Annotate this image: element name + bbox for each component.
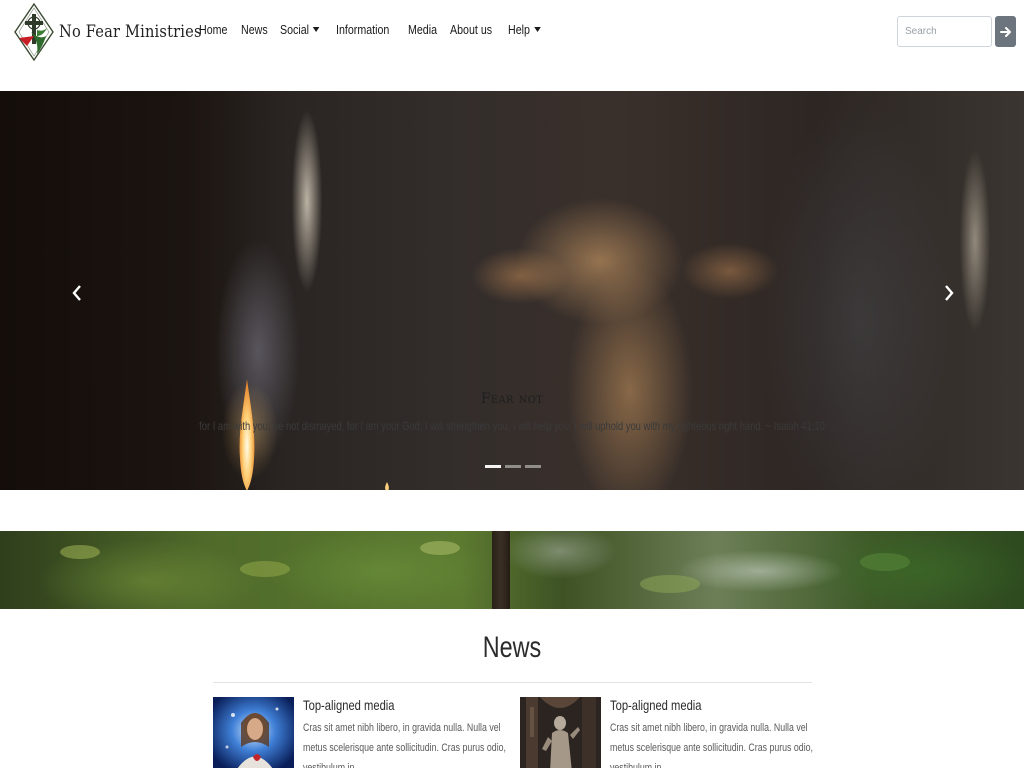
nav-item-about-us[interactable]: About us (450, 22, 492, 37)
church-statue-image[interactable] (520, 697, 601, 768)
foliage-highlight (640, 575, 700, 593)
jesus-portrait-image[interactable] (213, 697, 294, 768)
chevron-left-icon (72, 285, 81, 301)
caret-down-icon (313, 27, 320, 32)
hero-carousel: Fear not for I am with you; be not disma… (0, 91, 1024, 490)
news-item-body: Top-aligned media Cras sit amet nibh lib… (610, 697, 820, 768)
carousel-indicator[interactable] (485, 465, 501, 468)
foliage-highlight (60, 545, 100, 559)
news-divider (213, 682, 812, 683)
caption-text: for I am with you; be not dismayed, for … (199, 419, 825, 433)
news-item-text: Cras sit amet nibh libero, in gravida nu… (303, 722, 506, 768)
nav-item-label: About us (450, 22, 493, 37)
nav-item-media[interactable]: Media (408, 22, 437, 37)
news-item-text: Cras sit amet nibh libero, in gravida nu… (610, 722, 813, 768)
caret-down-icon (534, 27, 542, 32)
caption-title: Fear not (480, 391, 544, 407)
candle-flame-small-image (385, 482, 389, 490)
foliage-highlight (240, 561, 290, 577)
nav-item-label: News (240, 22, 268, 37)
carousel-prev-button[interactable] (68, 283, 88, 303)
search-input[interactable] (897, 16, 992, 47)
carousel-indicator[interactable] (525, 465, 541, 468)
nav-item-label: Social (280, 22, 310, 37)
news-item-body: Top-aligned media Cras sit amet nibh lib… (303, 697, 513, 768)
carousel-indicator[interactable] (505, 465, 521, 468)
foliage-highlight (420, 541, 460, 555)
nav-item-social[interactable]: Social (280, 22, 320, 37)
carousel-indicators (485, 465, 545, 468)
carousel-next-button[interactable] (938, 283, 958, 303)
nav-item-label: Information (335, 22, 389, 37)
cross-shield-logo (14, 2, 54, 62)
brand-link[interactable]: No Fear Ministries (13, 2, 225, 62)
nav-item-home[interactable]: Home (199, 22, 227, 37)
foliage-highlight (860, 553, 910, 571)
tree-trunk (492, 531, 510, 609)
search-button[interactable] (995, 16, 1016, 47)
news-item-title[interactable]: Top-aligned media (303, 697, 471, 713)
nav-item-information[interactable]: Information (336, 22, 389, 37)
nav-item-help[interactable]: Help (508, 22, 542, 37)
nav-item-label: Home (199, 22, 228, 37)
brand-name: No Fear Ministries (59, 22, 202, 42)
arrow-right-icon (999, 26, 1011, 37)
news-item-title[interactable]: Top-aligned media (610, 697, 778, 713)
nav-item-news[interactable]: News (241, 22, 268, 37)
nav-item-label: Help (508, 22, 531, 37)
news-heading: News (482, 631, 542, 664)
nav-item-label: Media (407, 22, 437, 37)
carousel-caption: Fear not for I am with you; be not disma… (0, 391, 1024, 433)
main-nav: Home News Social Information Media About… (199, 22, 555, 37)
chevron-right-icon (945, 285, 954, 301)
navbar: No Fear Ministries Home News Social Info… (0, 0, 1024, 64)
forest-banner-image (0, 531, 1024, 609)
